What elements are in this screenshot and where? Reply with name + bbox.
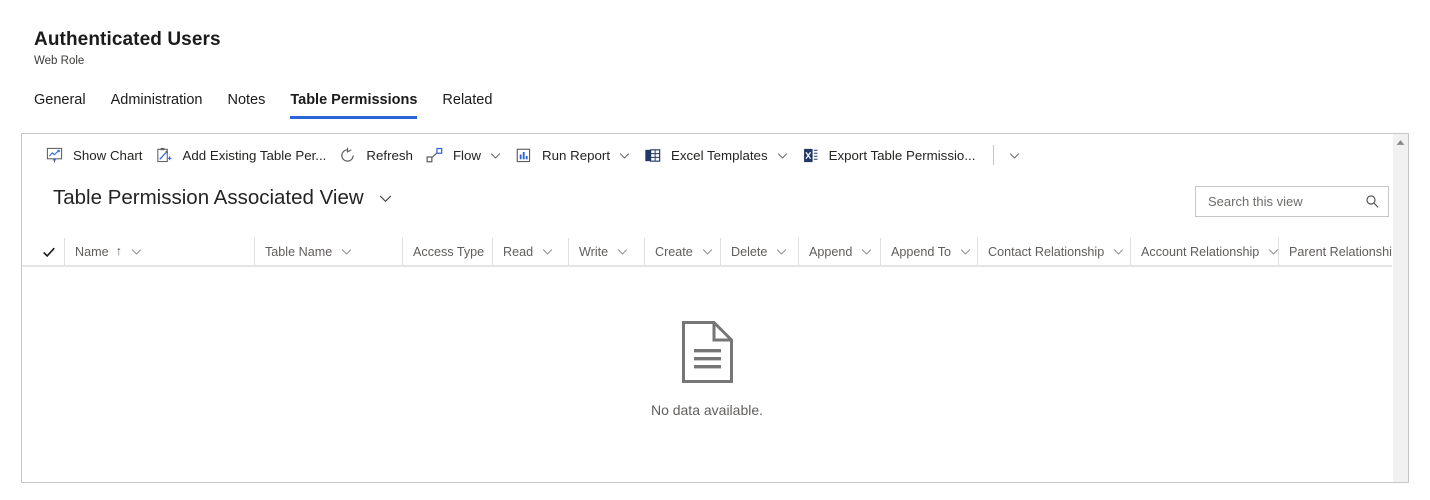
- command-run-report[interactable]: Run Report: [508, 138, 637, 172]
- command-bar: Show Chart Add Existing Table Per... Refre…: [22, 134, 1408, 176]
- grid-empty-state: No data available.: [22, 267, 1392, 482]
- tab-notes[interactable]: Notes: [227, 91, 265, 119]
- tab-administration[interactable]: Administration: [111, 91, 203, 119]
- column-header-label: Name: [75, 244, 109, 259]
- command-label: Export Table Permissio...: [828, 147, 976, 163]
- add-existing-record-icon: [154, 146, 173, 165]
- tab-related[interactable]: Related: [442, 91, 492, 119]
- view-header-row: Table Permission Associated View: [22, 176, 1408, 224]
- column-header-label: Account Relationship: [1141, 244, 1260, 259]
- command-label: Run Report: [542, 147, 611, 163]
- command-label: Show Chart: [73, 147, 143, 163]
- search-container: [1195, 186, 1389, 217]
- excel-template-icon: [643, 146, 662, 165]
- column-header-read[interactable]: Read: [492, 238, 568, 265]
- refresh-icon: [338, 146, 357, 165]
- column-header-append-to[interactable]: Append To: [880, 238, 977, 265]
- command-label: Excel Templates: [671, 147, 768, 163]
- column-header-label: Read: [503, 244, 534, 259]
- chevron-down-icon: [378, 191, 393, 206]
- column-header-label: Contact Relationship: [988, 244, 1105, 259]
- tab-label: Administration: [110, 92, 203, 108]
- flow-icon: [425, 146, 444, 165]
- chevron-down-icon[interactable]: [340, 245, 353, 258]
- tab-table-permissions[interactable]: Table Permissions: [290, 91, 418, 119]
- command-label: Add Existing Table Per...: [182, 147, 327, 163]
- document-icon: [681, 320, 734, 389]
- tab-label: Notes: [227, 92, 266, 108]
- command-label: Refresh: [366, 147, 413, 163]
- tab-label: Table Permissions: [290, 92, 418, 108]
- tab-label: General: [34, 92, 86, 108]
- tab-general[interactable]: General: [34, 91, 86, 119]
- show-chart-icon: [45, 146, 64, 165]
- column-header-append[interactable]: Append: [798, 238, 880, 265]
- empty-state-message: No data available.: [650, 402, 764, 418]
- column-header-label: Write: [579, 244, 609, 259]
- command-excel-templates[interactable]: Excel Templates: [637, 138, 795, 172]
- column-header-write[interactable]: Write: [568, 238, 644, 265]
- page-title: Authenticated Users: [34, 29, 221, 50]
- chevron-down-icon[interactable]: [1112, 245, 1125, 258]
- column-header-access-type[interactable]: Access Type: [402, 238, 492, 265]
- checkmark-icon: [43, 247, 55, 257]
- search-icon[interactable]: [1364, 194, 1380, 210]
- column-header-label: Delete: [731, 244, 768, 259]
- run-report-icon: [514, 146, 533, 165]
- vertical-scrollbar[interactable]: [1392, 134, 1408, 482]
- chevron-down-icon: [776, 149, 789, 162]
- chevron-down-icon[interactable]: [130, 245, 143, 258]
- tab-label: Related: [442, 92, 493, 108]
- column-header-contact-relationship[interactable]: Contact Relationship: [977, 238, 1130, 265]
- command-refresh[interactable]: Refresh: [332, 138, 419, 172]
- column-header-label: Append To: [891, 244, 951, 259]
- column-header-parent-relationship[interactable]: Parent Relationship: [1278, 238, 1408, 265]
- column-header-name[interactable]: Name ↑: [64, 238, 254, 265]
- command-bar-overflow-button[interactable]: [1000, 139, 1028, 171]
- chevron-down-icon[interactable]: [959, 245, 972, 258]
- view-selector[interactable]: Table Permission Associated View: [51, 180, 399, 216]
- column-header-create[interactable]: Create: [644, 238, 720, 265]
- column-header-label: Append: [809, 244, 853, 259]
- chevron-down-icon[interactable]: [860, 245, 873, 258]
- chevron-down-icon: [618, 149, 631, 162]
- view-name: Table Permission Associated View: [53, 186, 364, 209]
- command-export-table-permissio[interactable]: Export Table Permissio...: [795, 138, 982, 172]
- command-bar-divider: [993, 145, 995, 165]
- export-excel-icon: [801, 146, 820, 165]
- command-show-chart[interactable]: Show Chart: [39, 138, 148, 172]
- column-header-label: Parent Relationship: [1289, 244, 1399, 259]
- subgrid-panel: Show Chart Add Existing Table Per... Refre…: [21, 133, 1409, 483]
- column-header-table-name[interactable]: Table Name: [254, 238, 402, 265]
- chevron-down-icon[interactable]: [701, 245, 714, 258]
- chevron-down-icon[interactable]: [616, 245, 629, 258]
- caret-up-icon[interactable]: [1393, 134, 1408, 150]
- chevron-down-icon: [489, 149, 502, 162]
- search-input[interactable]: [1206, 193, 1364, 210]
- column-header-label: Access Type: [413, 244, 485, 259]
- scrollbar-thumb[interactable]: [1393, 150, 1408, 270]
- command-flow[interactable]: Flow: [419, 138, 508, 172]
- column-header-delete[interactable]: Delete: [720, 238, 798, 265]
- form-tabs: General Administration Notes Table Permissi…: [34, 91, 517, 121]
- select-all-checkbox[interactable]: [34, 238, 64, 265]
- chevron-down-icon[interactable]: [775, 245, 788, 258]
- command-add-existing-table-per[interactable]: Add Existing Table Per...: [148, 138, 332, 172]
- column-header-account-relationship[interactable]: Account Relationship: [1130, 238, 1278, 265]
- record-header: Authenticated Users Web Role: [34, 28, 634, 69]
- web-role-form: Authenticated Users Web Role General Admi…: [0, 0, 1430, 500]
- command-label: Flow: [452, 147, 482, 163]
- active-tab-indicator: [290, 116, 418, 119]
- grid-column-headers: Name ↑ Table Name Access Type Read Write Creat…: [22, 238, 1408, 265]
- record-entity-type: Web Role: [34, 55, 85, 67]
- column-header-label: Create: [655, 244, 693, 259]
- column-header-label: Table Name: [265, 244, 333, 259]
- sort-ascending-icon: ↑: [115, 244, 122, 258]
- chevron-down-icon[interactable]: [541, 245, 554, 258]
- chevron-down-icon[interactable]: [1267, 245, 1278, 258]
